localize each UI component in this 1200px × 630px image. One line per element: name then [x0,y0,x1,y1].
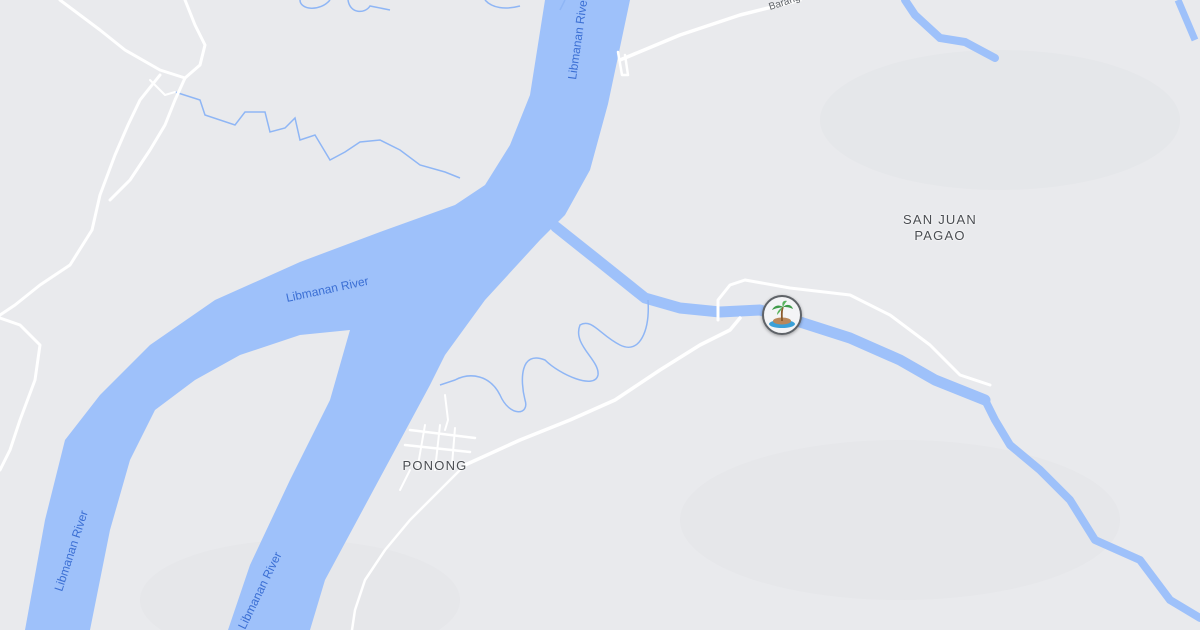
river-east-edge [1174,0,1199,42]
poi-marker[interactable] [762,295,802,335]
place-label-san-juan-pagao: SAN JUAN PAGAO [880,212,1000,244]
place-label-line2: PAGAO [914,228,966,243]
river-northeast [901,0,999,62]
road-label-top: Barang [768,0,802,13]
map-base: Libmanan River Libmanan River Libmanan R… [0,0,1200,630]
palm-island-icon [769,300,795,328]
river-main [25,0,630,630]
place-label-line1: SAN JUAN [903,212,977,227]
map-canvas[interactable]: Libmanan River Libmanan River Libmanan R… [0,0,1200,630]
place-label-ponong: PONONG [402,458,468,473]
